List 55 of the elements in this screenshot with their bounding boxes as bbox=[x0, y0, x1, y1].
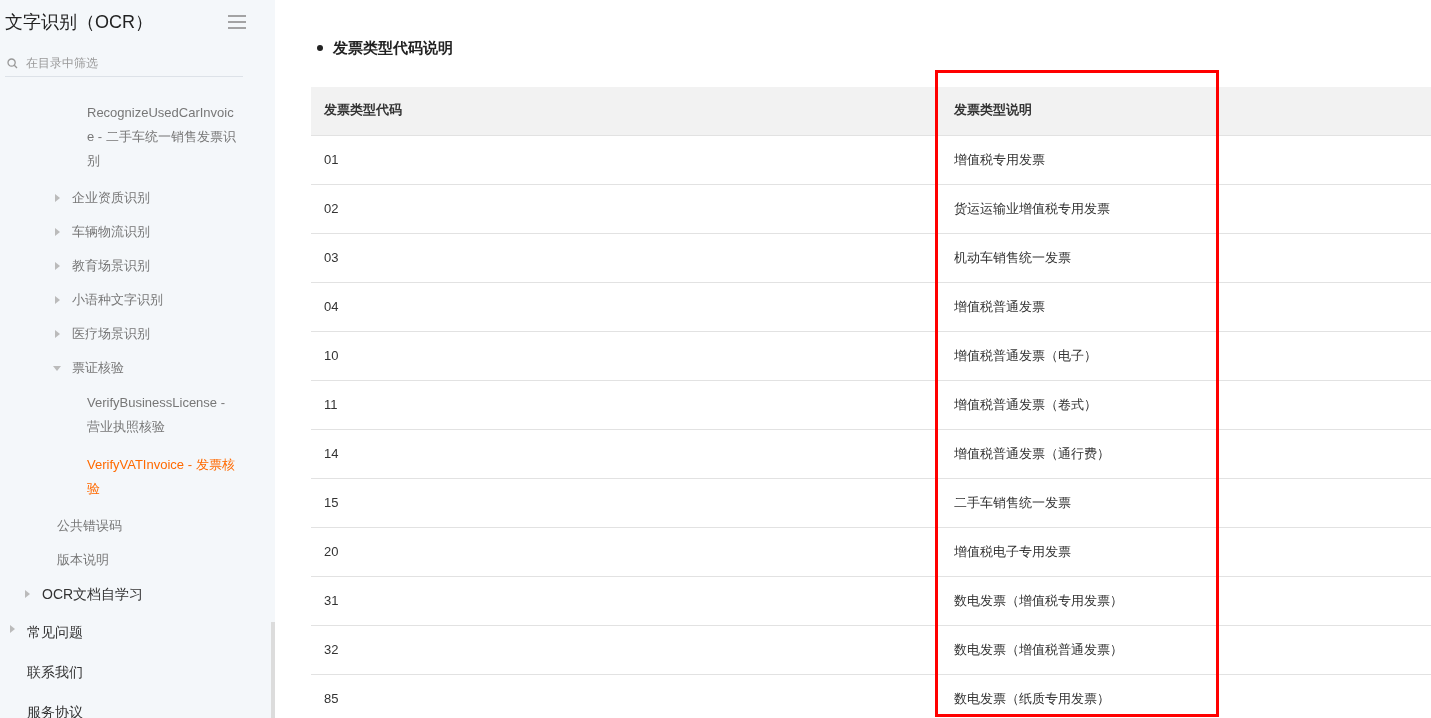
search-icon bbox=[7, 58, 18, 69]
nav-item[interactable]: 公共错误码 bbox=[57, 508, 243, 543]
table-cell: 增值税普通发票 bbox=[941, 282, 1431, 331]
nav-item[interactable]: 票证核验 bbox=[72, 350, 243, 385]
column-header: 发票类型代码 bbox=[311, 87, 941, 135]
nav-item[interactable]: 服务协议 bbox=[27, 690, 243, 718]
table-cell: 15 bbox=[311, 478, 941, 527]
nav-item[interactable]: 版本说明 bbox=[57, 542, 243, 577]
table-cell: 03 bbox=[311, 233, 941, 282]
table-cell: 01 bbox=[311, 135, 941, 184]
table-cell: 增值税普通发票（电子） bbox=[941, 331, 1431, 380]
table-cell: 02 bbox=[311, 184, 941, 233]
table-cell: 增值税电子专用发票 bbox=[941, 527, 1431, 576]
column-header-text: 发票类型说明 bbox=[954, 103, 1032, 118]
nav-item[interactable]: VerifyBusinessLicense - 营业执照核验 bbox=[87, 384, 237, 447]
bullet-icon bbox=[317, 45, 323, 51]
table-cell: 增值税普通发票（卷式） bbox=[941, 380, 1431, 429]
caret-right-icon[interactable] bbox=[23, 589, 31, 598]
filter-field[interactable]: 在目录中筛选 bbox=[5, 50, 243, 77]
nav-item[interactable]: RecognizeUsedCarInvoice - 二手车统一销售发票识别 bbox=[87, 94, 237, 181]
caret-right-icon[interactable] bbox=[53, 329, 61, 338]
caret-right-icon[interactable] bbox=[53, 295, 61, 304]
nav-item[interactable]: OCR文档自学习 bbox=[42, 576, 243, 611]
nav-item[interactable]: 企业资质识别 bbox=[72, 180, 243, 215]
table-cell: 11 bbox=[311, 380, 941, 429]
table-cell: 数电发票（增值税专用发票） bbox=[941, 576, 1431, 625]
table-cell: 二手车销售统一发票 bbox=[941, 478, 1431, 527]
table-cell: 数电发票（纸质专用发票） bbox=[941, 674, 1431, 718]
caret-right-icon[interactable] bbox=[53, 227, 61, 236]
section-heading: 发票类型代码说明 bbox=[333, 37, 453, 58]
table-cell: 数电发票（增值税普通发票） bbox=[941, 625, 1431, 674]
nav-item[interactable]: 常见问题 bbox=[27, 610, 243, 651]
caret-right-icon[interactable] bbox=[8, 624, 16, 633]
caret-right-icon[interactable] bbox=[53, 261, 61, 270]
caret-right-icon[interactable] bbox=[53, 193, 61, 202]
table-cell: 20 bbox=[311, 527, 941, 576]
table-cell: 31 bbox=[311, 576, 941, 625]
nav-item[interactable]: 教育场景识别 bbox=[72, 248, 243, 283]
table-cell: 增值税普通发票（通行费） bbox=[941, 429, 1431, 478]
nav-item[interactable]: VerifyVATInvoice - 发票核验 bbox=[87, 446, 237, 509]
table-cell: 04 bbox=[311, 282, 941, 331]
table-cell: 机动车销售统一发票 bbox=[941, 233, 1431, 282]
menu-icon[interactable] bbox=[228, 15, 246, 29]
table-cell: 85 bbox=[311, 674, 941, 718]
table-cell: 32 bbox=[311, 625, 941, 674]
nav-item[interactable]: 联系我们 bbox=[27, 650, 243, 691]
table-cell: 10 bbox=[311, 331, 941, 380]
caret-down-icon[interactable] bbox=[53, 363, 61, 372]
table-cell: 增值税专用发票 bbox=[941, 135, 1431, 184]
nav-item[interactable]: 医疗场景识别 bbox=[72, 316, 243, 351]
nav-item[interactable]: 车辆物流识别 bbox=[72, 214, 243, 249]
sidebar-title: 文字识别（OCR） bbox=[5, 10, 153, 34]
table-cell: 14 bbox=[311, 429, 941, 478]
table-cell: 货运运输业增值税专用发票 bbox=[941, 184, 1431, 233]
nav-item[interactable]: 小语种文字识别 bbox=[72, 282, 243, 317]
